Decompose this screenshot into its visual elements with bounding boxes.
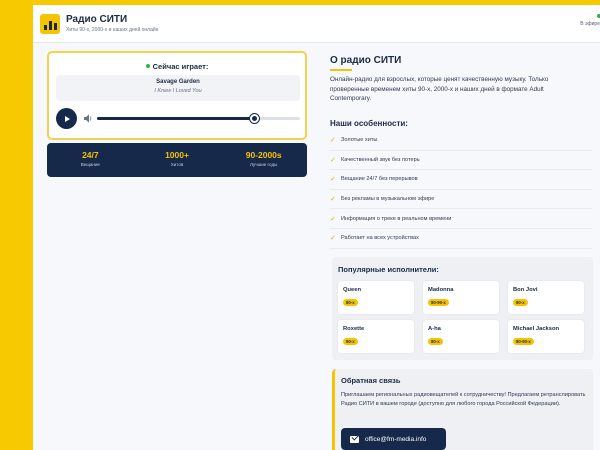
artist-card[interactable]: Bon Jovi 90-х [508, 281, 584, 314]
feature-label: Вещание 24/7 без перерывов [341, 176, 418, 183]
artist-era-badge: 80-х [343, 299, 358, 306]
stat-value: 24/7 [82, 150, 99, 160]
artist-name: Bon Jovi [513, 287, 538, 293]
about-text: Онлайн-радио для взрослых, которые ценят… [330, 76, 549, 102]
feedback-section: Обратная связь Приглашаем региональных р… [332, 369, 593, 450]
player-card: Сейчас играет: Savage Garden I Knew I Lo… [47, 51, 307, 140]
feature-item: ✓ Золотые хиты [330, 131, 592, 151]
artist-card[interactable]: Madonna 80-90-х [423, 281, 499, 314]
features-heading: Наши особенности: [330, 119, 408, 128]
artist-name: A-ha [428, 326, 441, 332]
volume-slider[interactable] [97, 114, 300, 123]
now-playing-label: Сейчас играет: [152, 62, 209, 71]
artist-name: Michael Jackson [513, 326, 560, 332]
play-button[interactable] [56, 108, 77, 129]
artist-name: Roxette [343, 326, 365, 332]
feature-item: ✓ Качественный звук без потерь [330, 151, 592, 171]
check-icon: ✓ [330, 215, 336, 223]
volume-slider-handle[interactable] [250, 114, 260, 123]
feature-label: Золотые хиты [341, 137, 378, 144]
features-list: ✓ Золотые хиты ✓ Качественный звук без пот… [330, 131, 592, 249]
on-air-label: В эфире [580, 21, 600, 27]
track-artist: Savage Garden [156, 79, 200, 85]
live-dot-icon [145, 64, 150, 68]
artist-era-badge: 90-х [513, 299, 528, 306]
artist-era-badge: 80-90-х [428, 299, 449, 306]
feature-item: ✓ Вещание 24/7 без перерывов [330, 170, 592, 190]
stat-label: Лучшие годы [250, 162, 278, 167]
site-subtitle: Хиты 90-х, 2000-х и наших дней онлайн [66, 26, 159, 33]
track-info: Savage Garden I Knew I Loved You [56, 75, 300, 101]
email-button[interactable]: office@fm-media.info [341, 428, 446, 450]
popular-artists: Популярные исполнители: Queen 80-х Madon… [332, 257, 593, 360]
stat-hits: 1000+ Хитов [134, 143, 221, 177]
feature-label: Информация о треке в реальном времени [341, 215, 452, 222]
radio-logo-icon[interactable] [40, 13, 60, 34]
artist-name: Queen [343, 287, 362, 293]
volume-icon[interactable] [83, 114, 93, 123]
stat-broadcast: 24/7 Вещание [47, 143, 134, 177]
page: Радио СИТИ Хиты 90-х, 2000-х и наших дне… [33, 5, 600, 450]
site-title: Радио СИТИ [66, 13, 128, 25]
heading-underline [330, 69, 352, 71]
stat-years: 90-2000s Лучшие годы [220, 143, 307, 177]
feedback-text: Приглашаем региональных радиовещателей к… [341, 392, 586, 407]
feature-item: ✓ Без рекламы в музыкальном эфире [330, 190, 592, 210]
artist-card[interactable]: Michael Jackson 80-90-х [508, 320, 584, 353]
artist-name: Madonna [428, 287, 454, 293]
stats-bar: 24/7 Вещание 1000+ Хитов 90-2000s Лучшие… [47, 143, 307, 177]
now-playing-heading: Сейчас играет: [49, 62, 305, 71]
email-address: office@fm-media.info [365, 435, 427, 443]
feature-label: Качественный звук без потерь [341, 156, 420, 163]
mail-icon [350, 435, 359, 443]
volume-slider-fill [97, 117, 256, 120]
artist-card[interactable]: A-ha 80-х [423, 320, 499, 353]
check-icon: ✓ [330, 156, 336, 164]
feature-label: Работает на всех устройствах [341, 235, 419, 242]
check-icon: ✓ [330, 235, 336, 243]
brand: Радио СИТИ Хиты 90-х, 2000-х и наших дне… [66, 14, 158, 34]
check-icon: ✓ [330, 137, 336, 145]
artists-heading: Популярные исполнители: [338, 265, 439, 274]
feedback-heading: Обратная связь [341, 376, 401, 385]
site-header: Радио СИТИ Хиты 90-х, 2000-х и наших дне… [33, 5, 600, 43]
check-icon: ✓ [330, 196, 336, 204]
stat-label: Вещание [80, 162, 100, 167]
track-song: I Knew I Loved You [154, 88, 202, 94]
stat-value: 1000+ [165, 150, 189, 160]
feature-item: ✓ Информация о треке в реальном времени [330, 209, 592, 229]
artist-era-badge: 90-х [343, 338, 358, 345]
on-air-status: В эфире [580, 14, 600, 27]
feature-item: ✓ Работает на всех устройствах [330, 229, 592, 249]
artist-era-badge: 80-90-х [513, 338, 534, 345]
artist-card[interactable]: Roxette 90-х [338, 320, 414, 353]
feature-label: Без рекламы в музыкальном эфире [341, 196, 435, 203]
artist-card[interactable]: Queen 80-х [338, 281, 414, 314]
stat-value: 90-2000s [245, 150, 282, 160]
check-icon: ✓ [330, 176, 336, 184]
stat-label: Хитов [170, 162, 184, 167]
about-heading: О радио СИТИ [330, 55, 402, 66]
artist-era-badge: 80-х [428, 338, 443, 345]
